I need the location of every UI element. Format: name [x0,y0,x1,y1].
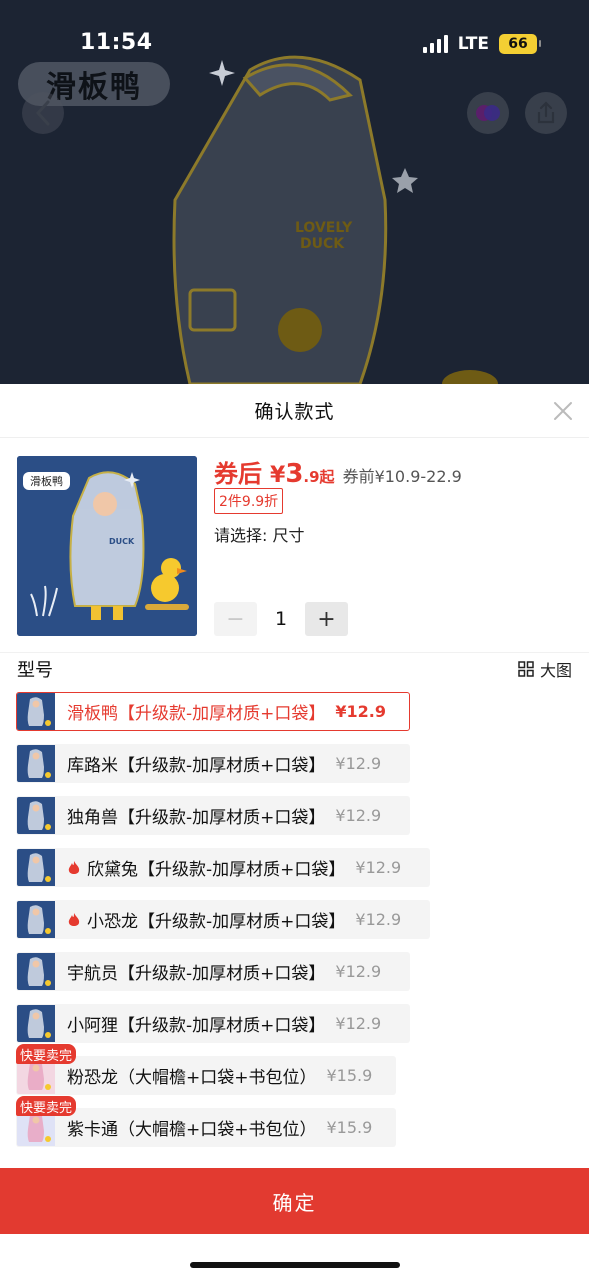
svg-text:DUCK: DUCK [109,537,135,546]
option-name: 独角兽【升级款-加厚材质+口袋】 [67,808,326,828]
option-thumbnail [17,953,55,990]
share-button[interactable] [525,92,567,134]
original-price: 券前¥10.9-22.9 [342,467,462,486]
battery-level: 66 [508,36,528,52]
option-thumbnail [17,797,55,834]
price-line: 券后 ¥ 3 .9 起 券前¥10.9-22.9 [214,454,462,489]
option-name: 库路米【升级款-加厚材质+口袋】 [67,756,326,776]
model-option[interactable]: 小恐龙【升级款-加厚材质+口袋】 ¥12.9 [16,900,430,939]
option-price: ¥12.9 [335,1014,382,1033]
price-suffix: 起 [319,468,335,486]
close-icon[interactable] [551,399,575,423]
divider [0,652,589,653]
option-thumbnail [17,1005,55,1042]
price-label: 券后 [214,460,262,488]
sheet-header: 确认款式 [0,384,589,438]
svg-text:LOVELY: LOVELY [295,220,353,236]
cart-button[interactable] [467,92,509,134]
option-name: 滑板鸭【升级款-加厚材质+口袋】 [67,704,326,724]
product-thumbnail[interactable]: DUCK 滑板鸭 [17,456,197,636]
quantity-increase-button[interactable]: + [305,602,348,636]
quantity-value[interactable]: 1 [257,608,305,630]
option-price: ¥12.9 [335,702,386,721]
promo-tag: 2件9.9折 [214,488,284,514]
sellout-badge: 快要卖完 [16,1096,77,1116]
fire-icon [67,912,81,928]
product-image-backdrop[interactable]: LOVELY DUCK 11:54 LTE 66 滑板鸭 [0,0,589,384]
option-name: 小恐龙【升级款-加厚材质+口袋】 [87,912,346,932]
status-bar: 11:54 LTE 66 [0,28,589,62]
network-type: LTE [457,34,489,54]
sellout-badge: 快要卖完 [16,1044,77,1064]
model-option[interactable]: 宇航员【升级款-加厚材质+口袋】 ¥12.9 [16,952,410,991]
option-thumbnail [17,849,55,886]
price-decimal: .9 [303,468,320,486]
quantity-decrease-button[interactable]: − [214,602,257,636]
promo-text: 2件9.9折 [214,488,284,514]
option-price: ¥12.9 [335,806,382,825]
option-price: ¥12.9 [355,910,402,929]
option-price: ¥12.9 [335,754,382,773]
thumbnail-brand-tag: 滑板鸭 [23,472,70,490]
option-name: 欣黛兔【升级款-加厚材质+口袋】 [87,860,346,880]
model-section-header: 型号 大图 [17,656,572,682]
signal-icon [422,35,448,53]
svg-text:DUCK: DUCK [300,236,345,252]
model-option[interactable]: 欣黛兔【升级款-加厚材质+口袋】 ¥12.9 [16,848,430,887]
home-indicator [190,1262,400,1268]
option-thumbnail [17,693,55,730]
price-integer: 3 [285,459,304,489]
confirm-button[interactable]: 确定 [0,1168,589,1234]
fire-icon [67,860,81,876]
option-price: ¥12.9 [335,962,382,981]
big-image-toggle[interactable]: 大图 [518,657,572,681]
grid-icon [518,661,534,677]
option-price: ¥15.9 [326,1066,373,1085]
back-button[interactable] [22,92,64,134]
option-name: 紫卡通（大帽檐+口袋+书包位） [67,1120,317,1140]
option-price: ¥15.9 [326,1118,373,1137]
price-currency: ¥ [270,463,286,488]
battery-icon: 66 [499,34,541,54]
option-thumbnail [17,745,55,782]
sheet-title: 确认款式 [254,401,335,423]
model-option[interactable]: 小阿狸【升级款-加厚材质+口袋】 ¥12.9 [16,1004,410,1043]
selection-hint: 请选择: 尺寸 [214,526,305,545]
option-name: 粉恐龙（大帽檐+口袋+书包位） [67,1068,317,1088]
model-option[interactable]: 库路米【升级款-加厚材质+口袋】 ¥12.9 [16,744,410,783]
share-icon [537,101,555,124]
option-thumbnail [17,901,55,938]
model-option[interactable]: 滑板鸭【升级款-加厚材质+口袋】 ¥12.9 [16,692,410,731]
style-selection-sheet: 确认款式 DUCK 滑板鸭 券后 ¥ 3 .9 起 券前¥10.9-22.9 2… [0,384,589,1280]
chevron-left-icon [35,100,50,126]
model-option[interactable]: 独角兽【升级款-加厚材质+口袋】 ¥12.9 [16,796,410,835]
status-indicators: LTE 66 [422,34,541,54]
cart-icon [476,105,500,121]
status-time: 11:54 [80,30,153,55]
section-title: 型号 [17,660,53,681]
quantity-stepper: − 1 + [214,602,348,636]
option-price: ¥12.9 [355,858,402,877]
option-name: 宇航员【升级款-加厚材质+口袋】 [67,964,326,984]
big-image-label: 大图 [539,661,572,680]
option-name: 小阿狸【升级款-加厚材质+口袋】 [67,1016,326,1036]
